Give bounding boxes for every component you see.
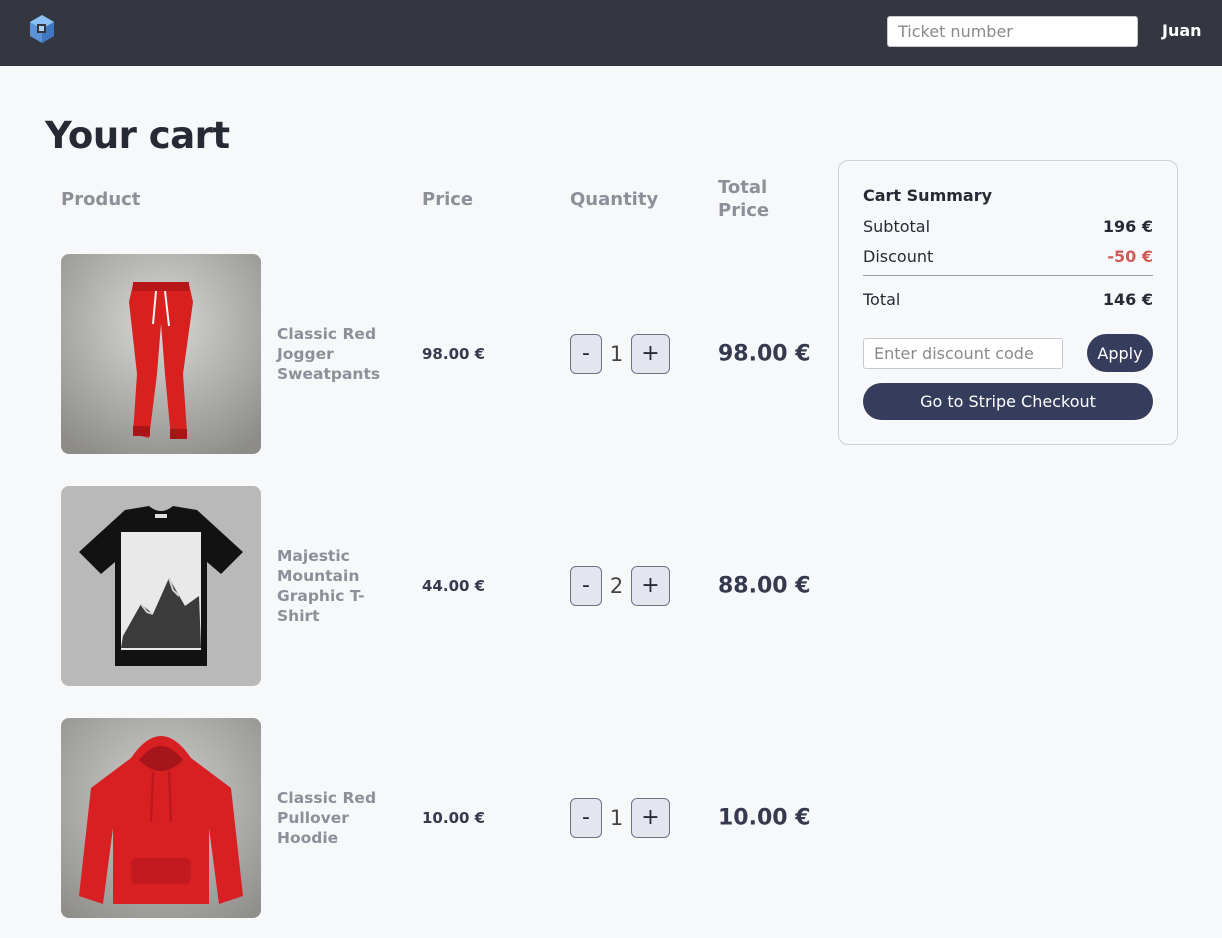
quantity-value: 2	[609, 574, 624, 598]
column-header-product: Product	[61, 189, 141, 210]
cube-logo-icon[interactable]	[28, 14, 56, 44]
product-image-tshirt[interactable]	[61, 486, 261, 686]
discount-code-input[interactable]	[863, 338, 1063, 369]
apply-discount-button[interactable]: Apply	[1087, 334, 1153, 372]
unit-price: 44.00 €	[422, 577, 486, 595]
product-image-sweatpants[interactable]	[61, 254, 261, 454]
cart-row: Classic Red Pullover Hoodie 10.00 € - 1 …	[0, 718, 820, 918]
page-title: Your cart	[45, 114, 230, 157]
line-total-price: 98.00 €	[718, 341, 811, 367]
total-value: 146 €	[1102, 290, 1153, 309]
unit-price: 10.00 €	[422, 809, 486, 827]
subtotal-value: 196 €	[1102, 217, 1153, 236]
increase-quantity-button[interactable]: +	[631, 334, 670, 374]
summary-divider	[863, 275, 1153, 276]
decrease-quantity-button[interactable]: -	[570, 798, 602, 838]
user-name[interactable]: Juan	[1162, 21, 1202, 40]
column-header-quantity: Quantity	[570, 189, 659, 210]
total-label: Total	[863, 290, 901, 309]
product-name[interactable]: Classic Red Pullover Hoodie	[277, 788, 397, 848]
line-total-price: 10.00 €	[718, 805, 811, 831]
cart-summary-title: Cart Summary	[863, 186, 993, 205]
decrease-quantity-button[interactable]: -	[570, 334, 602, 374]
product-name[interactable]: Classic Red Jogger Sweatpants	[277, 324, 397, 384]
cart-row: Classic Red Jogger Sweatpants 98.00 € - …	[0, 254, 820, 454]
line-total-price: 88.00 €	[718, 573, 811, 599]
product-name[interactable]: Majestic Mountain Graphic T-Shirt	[277, 546, 397, 626]
increase-quantity-button[interactable]: +	[631, 566, 670, 606]
product-image-hoodie[interactable]	[61, 718, 261, 918]
discount-value: -50 €	[1107, 247, 1153, 266]
quantity-value: 1	[609, 342, 624, 366]
top-navbar: Juan	[0, 0, 1222, 66]
column-header-total-price: Total Price	[718, 177, 770, 221]
quantity-value: 1	[609, 806, 624, 830]
increase-quantity-button[interactable]: +	[631, 798, 670, 838]
cart-row: Majestic Mountain Graphic T-Shirt 44.00 …	[0, 486, 820, 686]
subtotal-label: Subtotal	[863, 217, 931, 236]
cart-summary-panel: Cart Summary Subtotal 196 € Discount -50…	[838, 160, 1178, 445]
discount-label: Discount	[863, 247, 934, 266]
column-header-price: Price	[422, 189, 474, 210]
ticket-number-input[interactable]	[887, 16, 1138, 47]
decrease-quantity-button[interactable]: -	[570, 566, 602, 606]
unit-price: 98.00 €	[422, 345, 486, 363]
stripe-checkout-button[interactable]: Go to Stripe Checkout	[863, 383, 1153, 420]
